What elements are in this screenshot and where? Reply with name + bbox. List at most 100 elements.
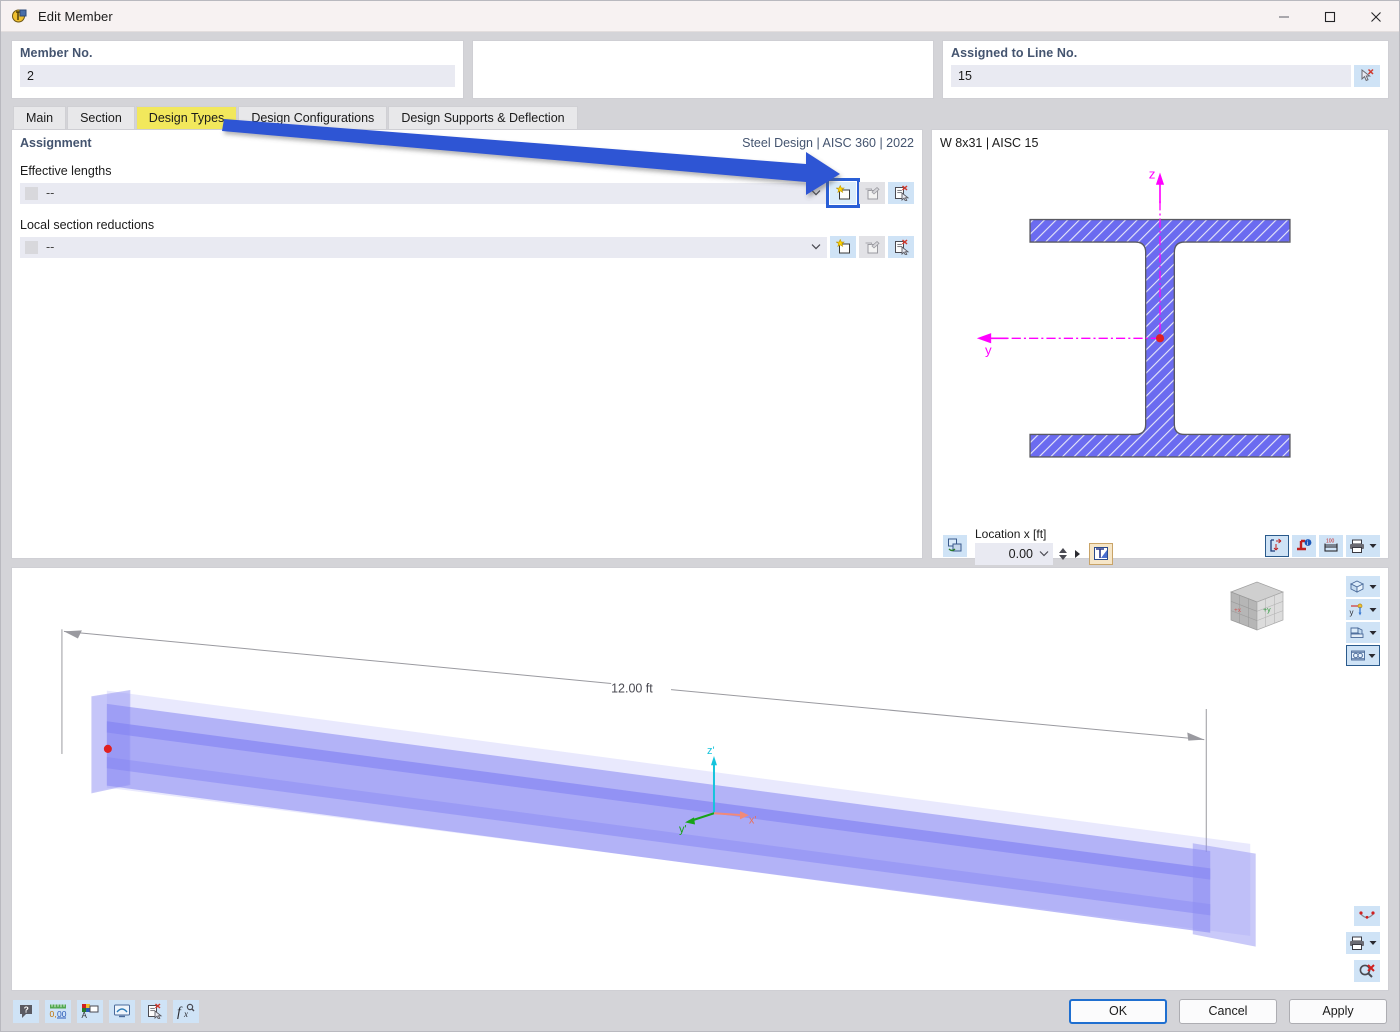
chevron-down-icon (1039, 550, 1049, 557)
print-view-button[interactable] (1346, 932, 1380, 954)
effective-lengths-label: Effective lengths (20, 164, 112, 178)
viewport-tools: y (1346, 576, 1380, 666)
dialog-bottom-bar: ? 0, 00 A f x OK Cancel Apply (1, 991, 1399, 1031)
units-button[interactable]: 0, 00 (45, 999, 71, 1023)
header-fields: Member No. Assigned to Line No. (1, 32, 1399, 105)
new-item-icon (835, 185, 852, 201)
tab-section-label: Section (80, 110, 122, 125)
section-dimensions-icon (1269, 538, 1285, 553)
section-properties-icon: i (1296, 538, 1312, 553)
delete-section-reduction-button[interactable] (888, 236, 914, 258)
apply-button[interactable]: Apply (1289, 998, 1387, 1024)
tab-design-types[interactable]: Design Types (135, 106, 238, 129)
edit-section-reduction-button[interactable] (859, 236, 885, 258)
svg-text:x': x' (749, 814, 757, 826)
annotation-icon: A (81, 1003, 99, 1019)
edit-effective-length-button[interactable] (859, 182, 885, 204)
maximize-button[interactable] (1307, 1, 1353, 32)
new-effective-length-button[interactable] (826, 178, 860, 208)
svg-text:A: A (82, 1011, 88, 1019)
print-section-button[interactable] (1346, 534, 1380, 557)
assignment-title: Assignment (20, 136, 92, 150)
comment-button[interactable]: A (77, 999, 103, 1023)
svg-text:f: f (177, 1005, 183, 1019)
chevron-down-icon (1369, 543, 1377, 549)
cancel-button[interactable]: Cancel (1179, 998, 1277, 1024)
tab-design-supports-deflection[interactable]: Design Supports & Deflection (388, 106, 578, 129)
blank-area (481, 46, 925, 91)
chevron-down-icon (1369, 630, 1377, 636)
section-drawing[interactable]: z y (940, 150, 1380, 529)
axis-y-label: y (985, 343, 992, 358)
chevron-down-icon (1369, 584, 1377, 590)
svg-text:z': z' (707, 745, 715, 757)
window-controls (1261, 1, 1399, 32)
svg-text:y: y (1350, 608, 1354, 617)
location-x-next-button[interactable] (1073, 548, 1082, 560)
svg-text:+y: +y (1263, 607, 1271, 614)
design-standard-label: Steel Design | AISC 360 | 2022 (742, 136, 914, 150)
delete-item-icon (893, 185, 910, 201)
delete-effective-length-button[interactable] (888, 182, 914, 204)
chevron-down-icon (1368, 653, 1376, 659)
section-measure-button[interactable]: 100 (1319, 534, 1343, 557)
formula-button[interactable]: f x (173, 999, 199, 1023)
tab-design-types-label: Design Types (148, 110, 225, 125)
section-text-icon (1093, 546, 1109, 561)
edit-item-icon (864, 239, 881, 255)
delete-button[interactable] (141, 999, 167, 1023)
rotate-section-button[interactable] (943, 534, 967, 557)
zoom-reset-button[interactable] (1354, 960, 1380, 982)
tab-design-configurations-label: Design Configurations (251, 110, 375, 125)
effective-lengths-combo[interactable]: -- (20, 182, 827, 204)
tab-design-configurations[interactable]: Design Configurations (238, 106, 388, 129)
projection-button[interactable] (1346, 622, 1380, 643)
display-style-button[interactable] (1346, 645, 1380, 666)
section-dimensions-button[interactable] (1265, 534, 1289, 557)
model-3d-viewport[interactable]: 12.00 ft z' y' x' +x +y y (11, 567, 1389, 991)
ok-button[interactable]: OK (1069, 998, 1167, 1024)
minimize-button[interactable] (1261, 1, 1307, 32)
close-button[interactable] (1353, 1, 1399, 32)
effective-lengths-color-swatch (25, 186, 38, 200)
location-x-stepper[interactable] (1058, 546, 1068, 562)
axes-icon: y (1349, 602, 1365, 617)
section-properties-button[interactable]: i (1292, 534, 1316, 557)
render-mode-button[interactable] (1346, 576, 1380, 597)
projection-icon (1349, 625, 1365, 640)
new-section-reduction-button[interactable] (830, 236, 856, 258)
chevron-down-icon (811, 189, 821, 197)
view-direction-button[interactable]: y (1346, 599, 1380, 620)
view-reset-button[interactable] (1354, 906, 1380, 926)
select-line-button[interactable] (1354, 65, 1380, 87)
section-measure-icon: 100 (1323, 538, 1339, 553)
section-text-button[interactable] (1089, 542, 1113, 565)
beam-render: 12.00 ft z' y' x' (61, 629, 1256, 947)
printer-icon (1349, 539, 1365, 553)
new-item-icon (835, 239, 852, 255)
tab-section[interactable]: Section (67, 106, 135, 129)
tab-main[interactable]: Main (13, 106, 67, 129)
member-no-input[interactable] (20, 65, 455, 87)
section-name-label: W 8x31 | AISC 15 (940, 136, 1039, 150)
axis-z-label: z (1149, 167, 1156, 182)
local-section-reductions-combo[interactable]: -- (20, 236, 827, 258)
delete-doc-icon (146, 1003, 163, 1019)
effective-lengths-value: -- (46, 186, 55, 200)
assigned-line-label: Assigned to Line No. (951, 46, 1078, 60)
display-settings-button[interactable] (109, 999, 135, 1023)
local-section-reductions-value: -- (46, 240, 55, 254)
assignment-header: Assignment Steel Design | AISC 360 | 202… (20, 136, 914, 150)
rotate-section-icon (947, 538, 963, 553)
member-icon (11, 7, 29, 25)
navigation-cube[interactable]: +x +y (1225, 574, 1289, 638)
main-panes: Assignment Steel Design | AISC 360 | 202… (1, 129, 1399, 565)
assigned-line-input[interactable] (951, 65, 1351, 87)
help-button[interactable]: ? (13, 999, 39, 1023)
location-x-label: Location x [ft] (975, 526, 1047, 541)
svg-text:y': y' (679, 824, 687, 836)
location-x-input[interactable]: 0.00 (975, 542, 1053, 565)
function-icon: f x (177, 1003, 195, 1019)
local-section-reductions-row: -- (20, 236, 914, 258)
dimension-label: 12.00 ft (611, 682, 653, 696)
